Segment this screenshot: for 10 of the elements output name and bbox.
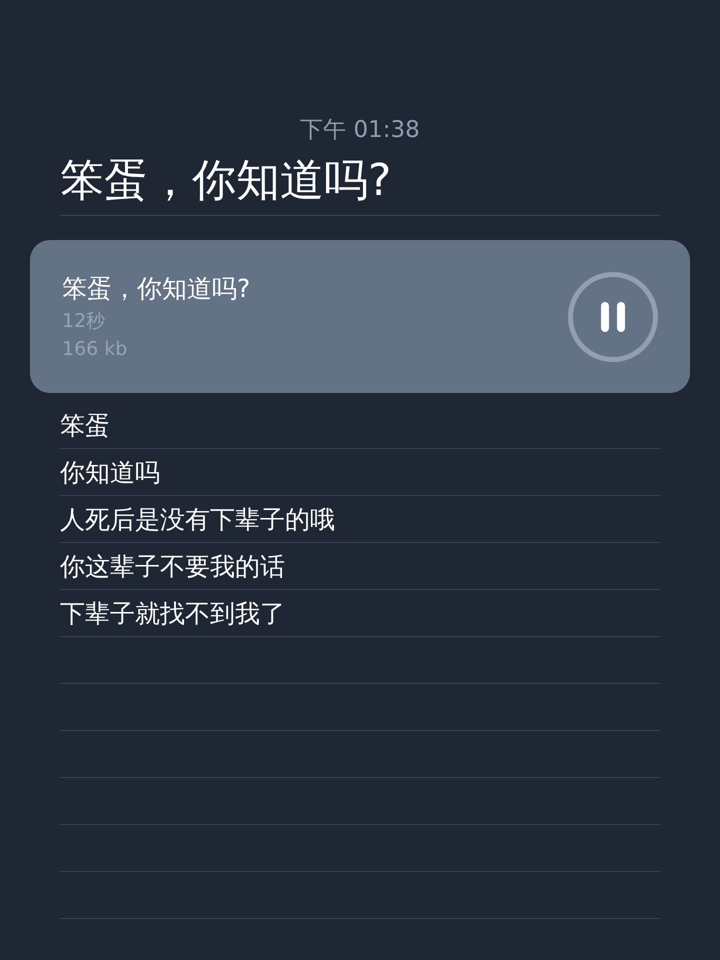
note-line: 下辈子就找不到我了 — [60, 598, 285, 630]
pause-icon — [599, 302, 627, 332]
note-line: 人死后是没有下辈子的哦 — [60, 504, 335, 536]
note-line: 你知道吗 — [60, 456, 160, 488]
timestamp: 下午 01:38 — [300, 116, 420, 145]
memo-title: 笨蛋，你知道吗? — [62, 272, 252, 304]
pause-button[interactable] — [568, 272, 658, 362]
note-line: 笨蛋 — [60, 410, 110, 442]
note-line: 你这辈子不要我的话 — [60, 550, 285, 582]
note-title: 笨蛋，你知道吗? — [60, 147, 660, 216]
